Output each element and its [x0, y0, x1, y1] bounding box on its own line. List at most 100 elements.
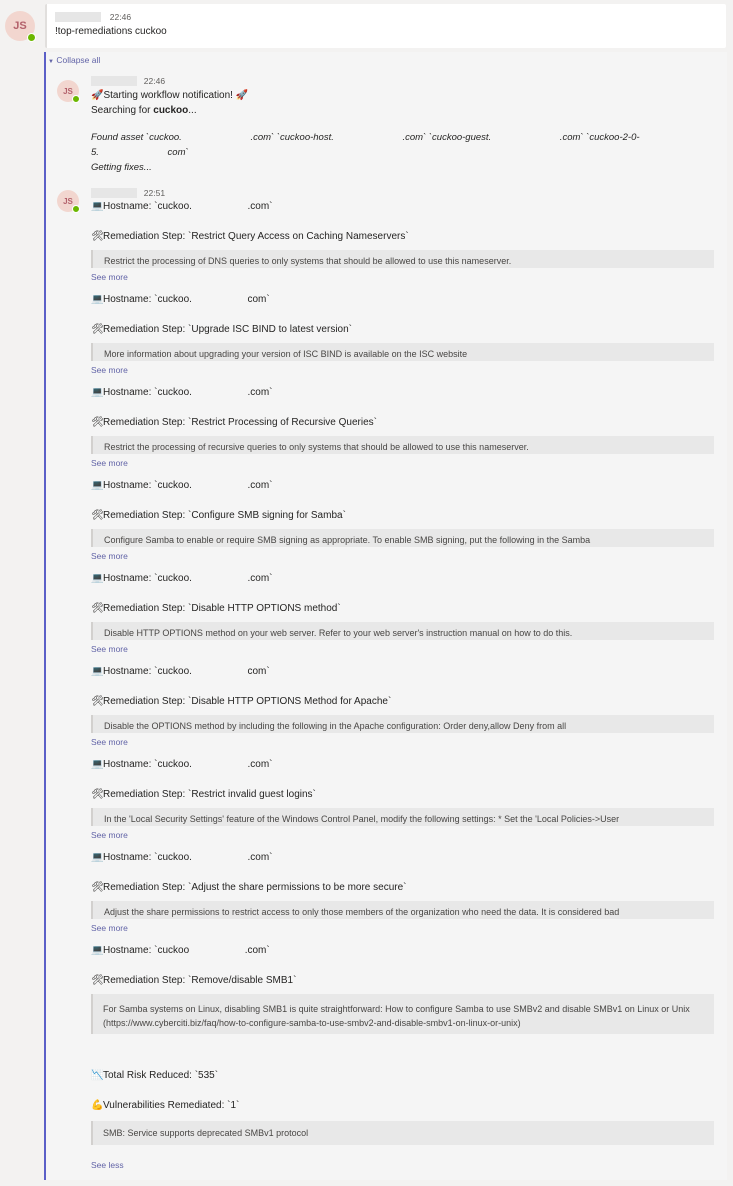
reply-time: 22:51 [143, 188, 166, 198]
remediation-step-line: 🛠Remediation Step: `Remove/disable SMB1` [91, 975, 296, 986]
presence-available-icon [27, 33, 36, 42]
remediation-detail-box: In the 'Local Security Settings' feature… [91, 808, 714, 826]
collapse-label: Collapse all [56, 55, 101, 65]
hostname-line: 💻Hostname: `cuckoo. .com` [91, 573, 273, 584]
remediation-step-text: Remediation Step: `Disable HTTP OPTIONS … [103, 603, 341, 614]
hammer-and-wrench-icon: 🛠 [91, 603, 104, 614]
remediation-step-text: Remediation Step: `Disable HTTP OPTIONS … [103, 696, 392, 707]
vulns-line: 💪Vulnerabilities Remediated: `1` [91, 1100, 239, 1111]
hammer-and-wrench-icon: 🛠 [91, 882, 104, 893]
reply-time: 22:46 [143, 76, 166, 86]
avatar[interactable]: JS [57, 190, 80, 213]
hostname-text: Hostname: `cuckoo. .com` [103, 480, 273, 491]
avatar-initials: JS [63, 86, 73, 96]
presence-available-icon [72, 205, 80, 213]
remediation-step-text: Remediation Step: `Restrict Processing o… [103, 417, 377, 428]
remediation-step-text: Remediation Step: `Upgrade ISC BIND to l… [103, 324, 352, 335]
total-risk-line: 📉Total Risk Reduced: `535` [91, 1070, 218, 1081]
remediation-step-line: 🛠Remediation Step: `Upgrade ISC BIND to … [91, 324, 352, 335]
searching-prefix: Searching for [91, 105, 154, 116]
hostname-text: Hostname: `cuckoo. .com` [103, 852, 273, 863]
searching-suffix: ... [188, 105, 197, 116]
remediation-detail-box: More information about upgrading your ve… [91, 343, 714, 361]
message-time: 22:46 [109, 12, 132, 22]
see-more-link[interactable]: See more [91, 737, 128, 747]
searching-term: cuckoo [153, 105, 189, 116]
hammer-and-wrench-icon: 🛠 [91, 510, 104, 521]
see-more-link[interactable]: See more [91, 365, 128, 375]
redacted-sender [91, 188, 137, 199]
remediation-step-text: Remediation Step: `Restrict Query Access… [103, 231, 409, 242]
hostname-line: 💻Hostname: `cuckoo. .com` [91, 852, 273, 863]
workflow-start-text: 🚀Starting workflow notification! 🚀 [91, 90, 249, 101]
laptop-icon: 💻 [91, 201, 104, 212]
vuln-detail-box: SMB: Service supports deprecated SMBv1 p… [91, 1121, 714, 1145]
hostname-line: 💻Hostname: `cuckoo. .com` [91, 480, 273, 491]
hostname-text: Hostname: `cuckoo. .com` [103, 387, 273, 398]
see-more-link[interactable]: See more [91, 923, 128, 933]
hostname-line: 💻Hostname: `cuckoo. com` [91, 666, 270, 677]
remediation-step-line: 🛠Remediation Step: `Restrict Query Acces… [91, 231, 409, 242]
remediation-step-line: 🛠Remediation Step: `Configure SMB signin… [91, 510, 346, 521]
remediation-step-text: Remediation Step: `Adjust the share perm… [103, 882, 407, 893]
see-more-link[interactable]: See more [91, 644, 128, 654]
hostname-text: Hostname: `cuckoo. .com` [103, 201, 273, 212]
laptop-icon: 💻 [91, 666, 104, 677]
hammer-and-wrench-icon: 🛠 [91, 231, 104, 242]
avatar[interactable]: JS [57, 80, 80, 103]
remediation-detail-box: Adjust the share permissions to restrict… [91, 901, 714, 919]
laptop-icon: 💻 [91, 573, 104, 584]
message-text: !top-remediations cuckoo [55, 26, 167, 37]
laptop-icon: 💻 [91, 945, 104, 956]
remediation-step-line: 🛠Remediation Step: `Restrict Processing … [91, 417, 377, 428]
remediation-step-line: 🛠Remediation Step: `Disable HTTP OPTIONS… [91, 603, 341, 614]
remediation-step-text: Remediation Step: `Remove/disable SMB1` [103, 975, 297, 986]
hostname-text: Hostname: `cuckoo. com` [103, 666, 270, 677]
redacted-sender [55, 12, 101, 23]
laptop-icon: 💻 [91, 852, 104, 863]
found-assets-text: Found asset `cuckoo. .com` `cuckoo-host.… [91, 132, 640, 143]
remediation-detail-box: Restrict the processing of recursive que… [91, 436, 714, 454]
hammer-and-wrench-icon: 🛠 [91, 789, 104, 800]
hammer-and-wrench-icon: 🛠 [91, 324, 104, 335]
see-more-link[interactable]: See more [91, 458, 128, 468]
avatar[interactable]: JS [5, 11, 36, 42]
hammer-and-wrench-icon: 🛠 [91, 696, 104, 707]
see-less-link[interactable]: See less [91, 1160, 124, 1170]
hostname-line: 💻Hostname: `cuckoo. .com` [91, 759, 273, 770]
hostname-text: Hostname: `cuckoo .com` [103, 945, 270, 956]
laptop-icon: 💻 [91, 294, 104, 305]
see-more-link[interactable]: See more [91, 272, 128, 282]
laptop-icon: 💻 [91, 480, 104, 491]
chevron-down-icon: ▼ [48, 59, 54, 65]
vulns-text: Vulnerabilities Remediated: `1` [103, 1100, 240, 1111]
remediation-step-line: 🛠Remediation Step: `Restrict invalid gue… [91, 789, 316, 800]
remediation-detail-box: Configure Samba to enable or require SMB… [91, 529, 714, 547]
reply-header: 22:51 [91, 188, 165, 199]
hammer-and-wrench-icon: 🛠 [91, 975, 104, 986]
see-more-link[interactable]: See more [91, 830, 128, 840]
remediation-detail-box: Disable the OPTIONS method by including … [91, 715, 714, 733]
avatar-initials: JS [63, 196, 73, 206]
hostname-line: 💻Hostname: `cuckoo. .com` [91, 201, 273, 212]
hostname-text: Hostname: `cuckoo. .com` [103, 573, 273, 584]
flexed-biceps-icon: 💪 [91, 1100, 104, 1111]
message-header: 22:46 [55, 12, 131, 23]
laptop-icon: 💻 [91, 759, 104, 770]
hammer-and-wrench-icon: 🛠 [91, 417, 104, 428]
presence-available-icon [72, 95, 80, 103]
reply-header: 22:46 [91, 76, 165, 87]
found-assets-text-2: 5. com` [91, 147, 189, 158]
hostname-text: Hostname: `cuckoo. .com` [103, 759, 273, 770]
remediation-step-line: 🛠Remediation Step: `Adjust the share per… [91, 882, 406, 893]
hostname-line: 💻Hostname: `cuckoo .com` [91, 945, 270, 956]
searching-text: Searching for cuckoo... [91, 105, 197, 116]
hostname-line: 💻Hostname: `cuckoo. com` [91, 294, 270, 305]
chart-decreasing-icon: 📉 [91, 1070, 104, 1081]
remediation-step-text: Remediation Step: `Restrict invalid gues… [103, 789, 316, 800]
see-more-link[interactable]: See more [91, 551, 128, 561]
hostname-text: Hostname: `cuckoo. com` [103, 294, 270, 305]
remediation-step-text: Remediation Step: `Configure SMB signing… [103, 510, 346, 521]
hostname-line: 💻Hostname: `cuckoo. .com` [91, 387, 273, 398]
collapse-all-link[interactable]: ▼ Collapse all [48, 55, 100, 65]
